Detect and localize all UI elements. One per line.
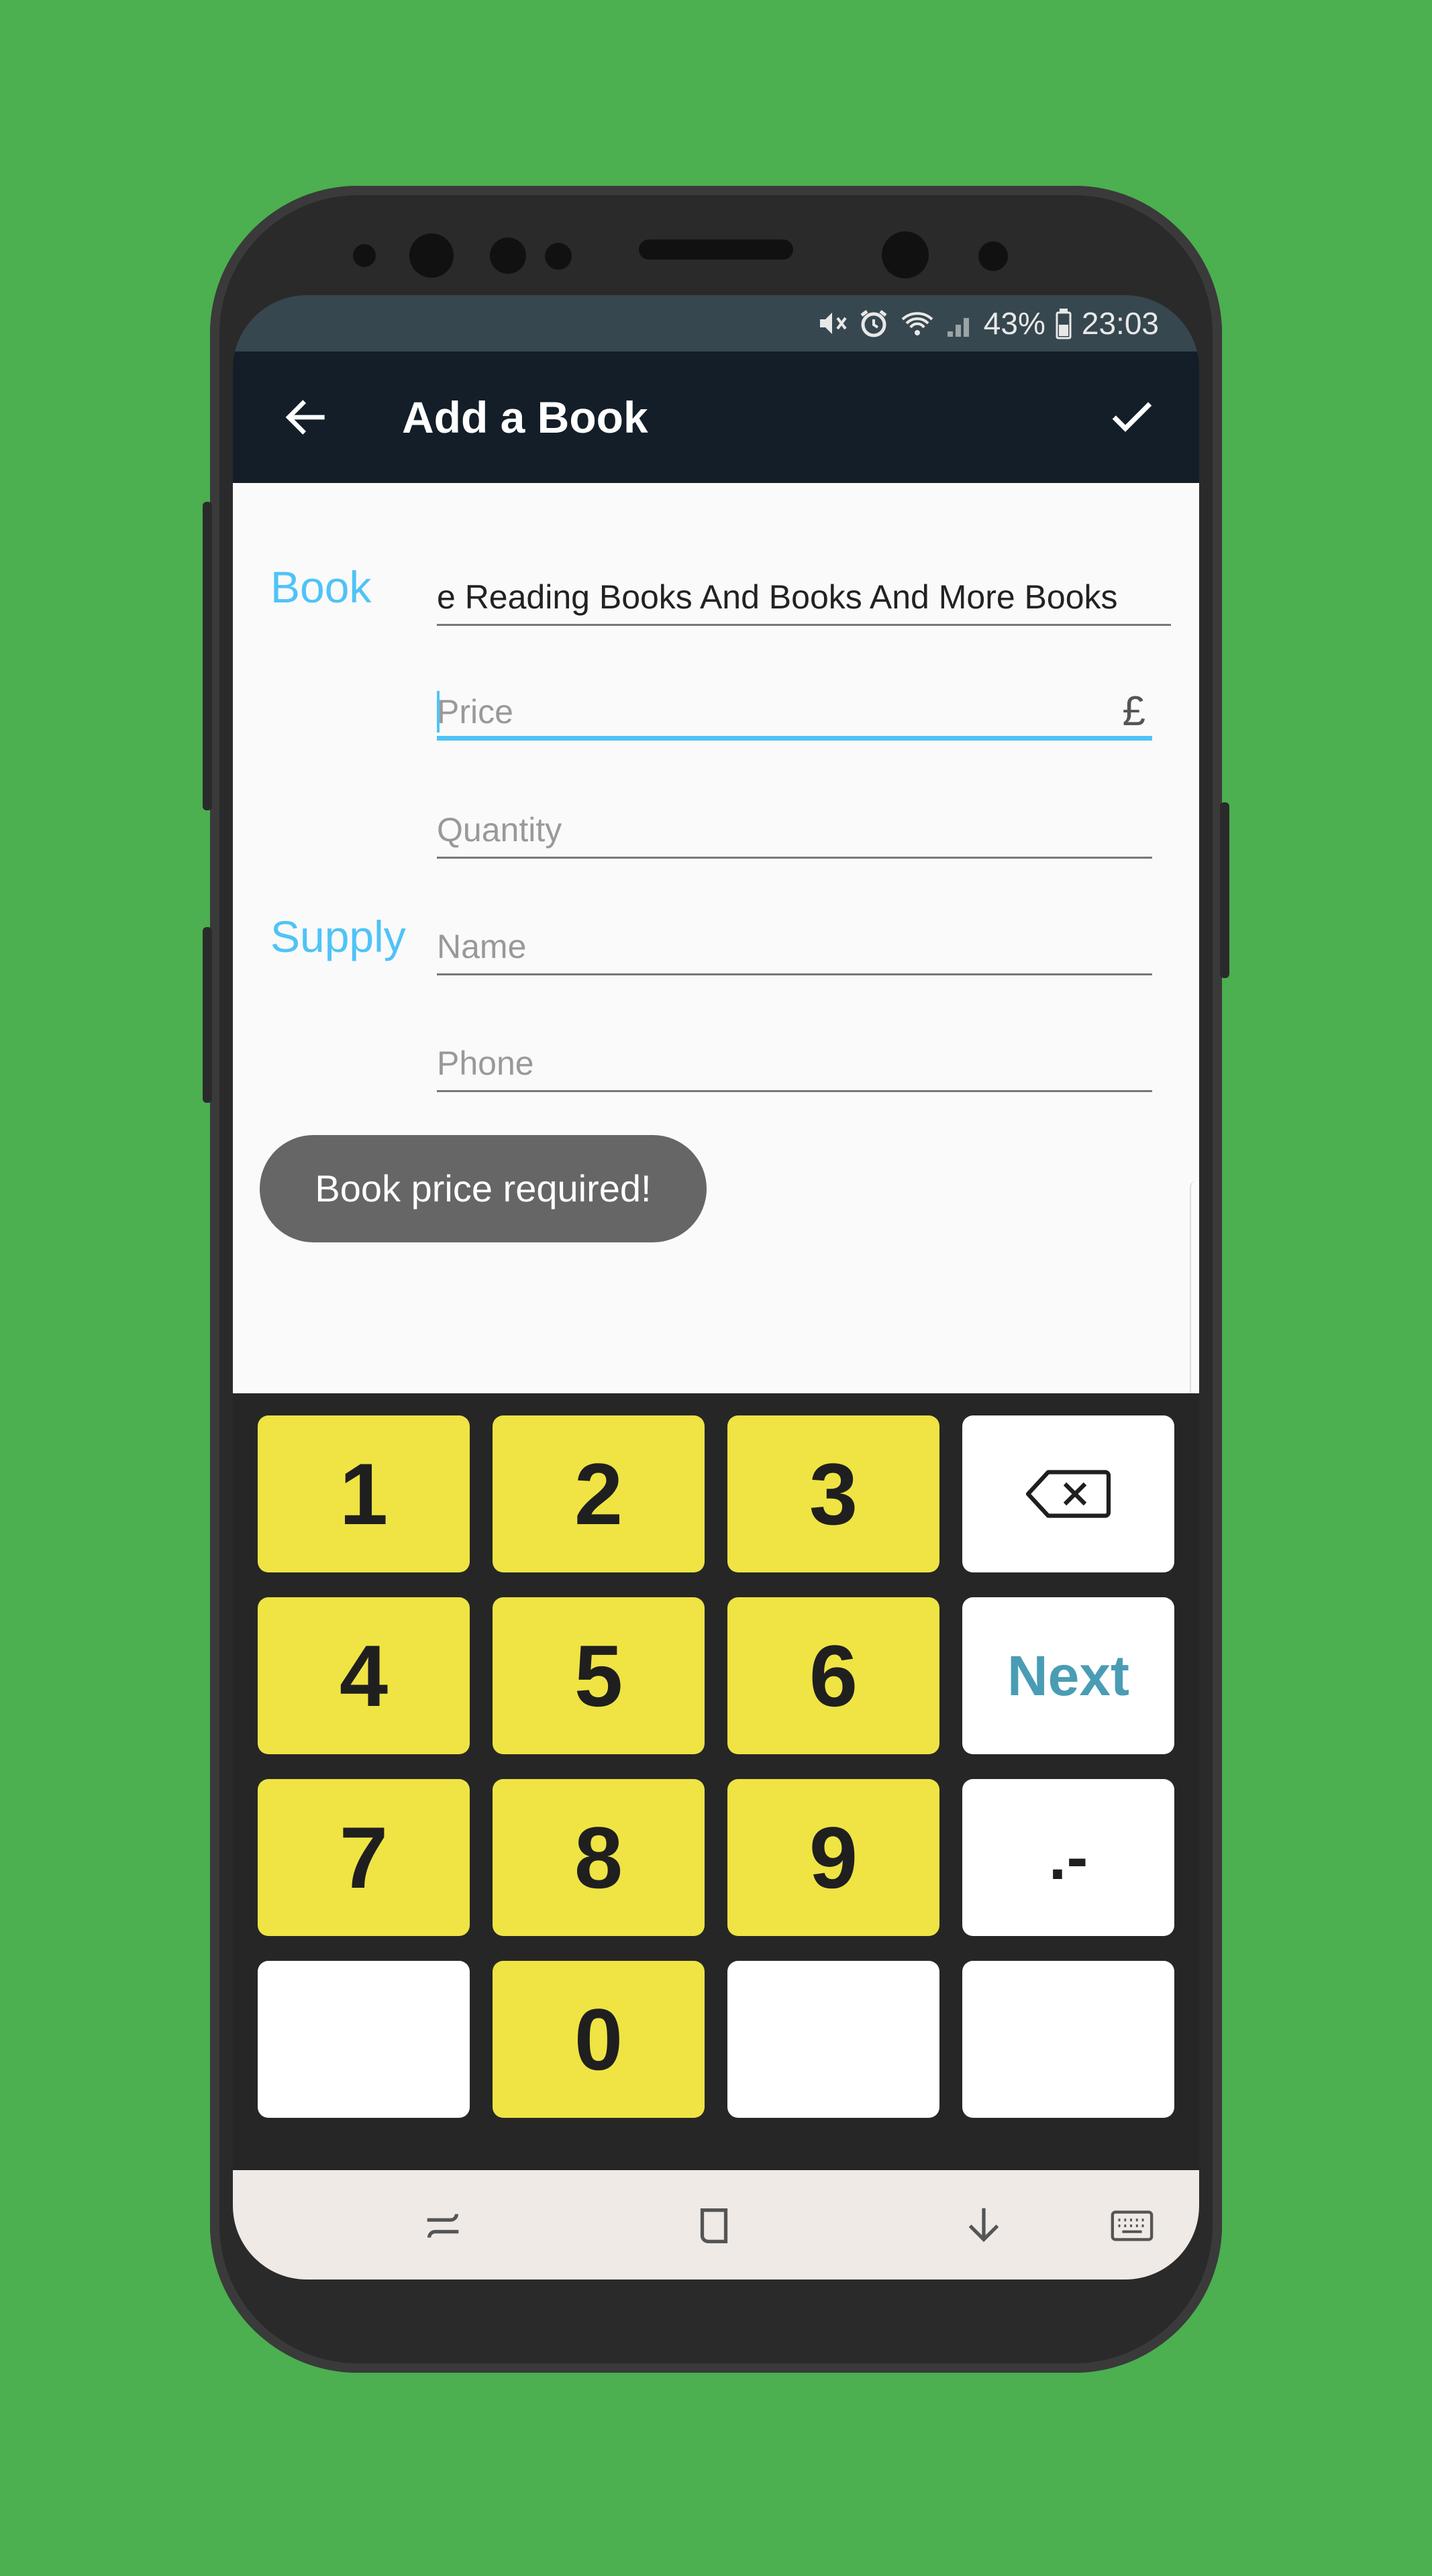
key-2[interactable]: 2 <box>493 1415 705 1572</box>
screen: 43% 23:03 Add a Book Book e Reading Book… <box>233 295 1199 2279</box>
sensor-icon <box>978 241 1008 271</box>
decimal-key[interactable]: .- <box>962 1779 1174 1936</box>
supplier-phone-field[interactable]: Phone <box>437 1034 1152 1092</box>
blank-key[interactable] <box>727 1961 939 2118</box>
sensor-icon <box>490 237 526 274</box>
key-0[interactable]: 0 <box>493 1961 705 2118</box>
volume-button <box>203 502 212 810</box>
page-title: Add a Book <box>402 392 648 442</box>
backspace-icon <box>1025 1470 1111 1518</box>
key-4[interactable]: 4 <box>258 1597 470 1754</box>
blank-key[interactable] <box>258 1961 470 2118</box>
add-book-form: Book e Reading Books And Books And More … <box>233 483 1199 1585</box>
battery-level: 43% <box>983 306 1045 341</box>
next-key-label: Next <box>1007 1644 1130 1707</box>
supply-section-label: Supply <box>270 912 406 961</box>
sensor-icon <box>353 244 376 267</box>
next-key[interactable]: Next <box>962 1597 1174 1754</box>
toast-message: Book price required! <box>260 1135 707 1242</box>
sensor-icon <box>409 233 454 278</box>
wifi-icon <box>899 307 935 339</box>
key-7[interactable]: 7 <box>258 1779 470 1936</box>
blank-key[interactable] <box>962 1961 1174 2118</box>
key-5[interactable]: 5 <box>493 1597 705 1754</box>
key-6[interactable]: 6 <box>727 1597 939 1754</box>
keyboard-icon[interactable] <box>1109 2202 1156 2249</box>
home-icon[interactable] <box>691 2202 737 2249</box>
mute-icon <box>816 307 848 339</box>
key-9[interactable]: 9 <box>727 1779 939 1936</box>
price-placeholder: Price <box>437 693 513 731</box>
book-section-label: Book <box>270 562 372 612</box>
text-cursor <box>437 691 440 733</box>
book-name-field[interactable]: e Reading Books And Books And More Books <box>437 568 1171 626</box>
app-bar: Add a Book <box>233 352 1199 483</box>
key-3[interactable]: 3 <box>727 1415 939 1572</box>
battery-icon <box>1055 307 1072 339</box>
alarm-icon <box>858 307 890 339</box>
supplier-name-field[interactable]: Name <box>437 918 1152 975</box>
arrow-back-icon[interactable] <box>280 390 334 444</box>
front-camera-icon <box>882 231 929 278</box>
status-bar: 43% 23:03 <box>233 295 1199 352</box>
earpiece-speaker <box>639 239 793 260</box>
check-icon[interactable] <box>1105 390 1159 444</box>
power-button <box>1220 802 1229 978</box>
key-1[interactable]: 1 <box>258 1415 470 1572</box>
bixby-button <box>203 927 212 1103</box>
currency-symbol: £ <box>1122 688 1145 735</box>
key-8[interactable]: 8 <box>493 1779 705 1936</box>
sensor-icon <box>545 243 572 270</box>
number-keypad: 1 2 3 4 5 6 Next 7 8 9 .- 0 <box>233 1393 1199 2118</box>
quantity-field[interactable]: Quantity <box>437 801 1152 859</box>
price-field[interactable]: Price £ <box>437 683 1152 741</box>
recents-icon[interactable] <box>419 2202 466 2249</box>
navigation-bar <box>233 2170 1199 2279</box>
clock: 23:03 <box>1081 306 1159 341</box>
hide-keyboard-icon[interactable] <box>960 2202 1007 2249</box>
backspace-key[interactable] <box>962 1415 1174 1572</box>
signal-icon <box>945 307 974 339</box>
